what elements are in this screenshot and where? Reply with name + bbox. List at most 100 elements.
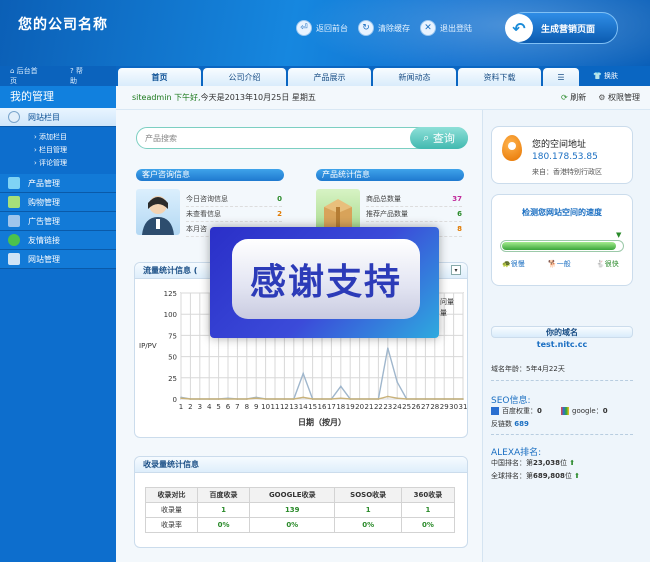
help-link[interactable]: ? 帮助 [70, 66, 102, 86]
sidebar-item-ads[interactable]: 广告管理 [0, 212, 116, 231]
search-button[interactable]: ⌕ 查询 [410, 127, 468, 149]
backend-home-link[interactable]: ⌂ 后台首页 [10, 66, 56, 86]
index-table: 收录对比 百度收录 GOOGLE收录 SOSO收录 360收录 收录量 1 13… [144, 487, 456, 533]
x-tick-label: 3 [198, 403, 202, 411]
alexa-global: 全球排名：第689,808位 ⬆ [491, 472, 580, 480]
series-point [387, 395, 389, 398]
ad-icon [8, 215, 20, 227]
x-tick-label: 2 [188, 403, 192, 411]
home-icon: ⏎ [296, 20, 312, 36]
domain-title: 你的域名 [491, 326, 633, 338]
tab-company[interactable]: 公司介绍 [203, 68, 286, 86]
th-baidu: 百度收录 [197, 487, 251, 503]
x-tick-label: 31 [459, 403, 468, 411]
sidebar-item-products[interactable]: 产品管理 [0, 174, 116, 193]
clear-cache-link[interactable]: ↻ 清除缓存 [358, 20, 410, 36]
tab-downloads[interactable]: 资料下载 [458, 68, 541, 86]
series-point [321, 398, 323, 400]
y-axis-label: IP/PV [139, 342, 157, 350]
th-compare: 收录对比 [144, 487, 199, 503]
sidebar-item-shopping[interactable]: 购物管理 [0, 193, 116, 212]
space-title: 您的空间地址 [532, 140, 587, 150]
x-axis-label: 日期（按月） [298, 417, 346, 427]
back-to-front-link[interactable]: ⏎ 返回前台 [296, 20, 348, 36]
tab-news[interactable]: 新闻动态 [373, 68, 456, 86]
series-point [180, 397, 182, 399]
sidebar-top-links: ⌂ 后台首页 ? 帮助 [0, 66, 116, 86]
y-tick-label: 0 [173, 396, 177, 404]
space-address-box: 您的空间地址 180.178.53.85 来自：香港特别行政区 [491, 126, 633, 184]
series-point [462, 398, 464, 400]
table-row: 收录率 0% 0% 0% 0% [144, 517, 456, 533]
x-tick-label: 18 [336, 403, 345, 411]
tab-menu[interactable]: ☰ [543, 68, 579, 86]
baidu-icon [491, 407, 499, 415]
product-row-recommended: 推荐产品数量 6 [366, 207, 462, 222]
series-point [443, 398, 446, 400]
series-point [424, 398, 427, 400]
seo-backlinks: 反链数 689 [491, 420, 529, 428]
x-tick-label: 11 [271, 403, 280, 411]
seo-title: SEO信息: [491, 396, 531, 406]
x-tick-label: 13 [289, 403, 298, 411]
submenu-comment-manage[interactable]: › 评论管理 [34, 157, 116, 170]
permission-button[interactable]: ⚙ 权限管理 [598, 92, 640, 103]
location-pin-icon [502, 135, 522, 161]
speed-title: 检测您网站空间的速度 [522, 208, 602, 217]
top-tabs: 首页 公司介绍 产品展示 新闻动态 资料下载 ☰ 👕 换肤 [116, 66, 650, 86]
table-row: 收录量 1 139 1 1 [144, 502, 456, 518]
customer-service-avatar [136, 189, 180, 235]
search-icon: ⌕ [423, 131, 430, 144]
logout-icon: ✕ [420, 20, 436, 36]
product-stats-title: 产品统计信息 [316, 169, 464, 181]
skin-button[interactable]: 👕 换肤 [593, 66, 618, 86]
sidebar-item-site-manage[interactable]: 网站管理 [0, 250, 116, 269]
x-tick-label: 22 [374, 403, 383, 411]
x-tick-label: 10 [261, 403, 270, 411]
space-ip: 180.178.53.85 [532, 152, 598, 162]
x-tick-label: 14 [299, 403, 308, 411]
tab-home[interactable]: 首页 [118, 68, 201, 86]
index-panel: 收录量统计信息 收录对比 百度收录 GOOGLE收录 SOSO收录 360收录 … [134, 456, 468, 548]
thanks-text: 感谢支持 [232, 239, 420, 319]
x-tick-label: 21 [365, 403, 374, 411]
series-point [283, 398, 286, 400]
x-tick-label: 20 [355, 403, 364, 411]
x-tick-label: 5 [216, 403, 220, 411]
series-point [340, 385, 342, 388]
tab-products[interactable]: 产品展示 [288, 68, 371, 86]
speed-marker-icon: ▼ [616, 231, 622, 239]
refresh-button[interactable]: ⟳ 刷新 [561, 92, 586, 103]
series-point [349, 398, 351, 400]
x-tick-label: 7 [235, 403, 239, 411]
series-point [274, 398, 276, 400]
speed-bar [500, 240, 624, 252]
search-input[interactable]: 产品搜索 [145, 133, 177, 144]
speed-mid: 🐕一般 [548, 260, 571, 268]
sidebar-item-friend-links[interactable]: 友情链接 [0, 231, 116, 250]
series-point [396, 381, 399, 383]
username: siteadmin [132, 93, 172, 102]
submenu-add-column[interactable]: › 添加栏目 [34, 131, 116, 144]
generate-marketing-page-button[interactable]: ↶ 生成营销页面 [505, 12, 618, 44]
series-point [377, 398, 380, 400]
x-tick-label: 16 [318, 403, 327, 411]
chevron-down-icon: ▾ [454, 267, 458, 274]
logout-link[interactable]: ✕ 退出登陆 [420, 20, 472, 36]
up-arrow-icon: ⬆ [574, 472, 580, 480]
consult-row-unread: 未查看信息 2 [186, 207, 282, 222]
submenu-column-manage[interactable]: › 栏目管理 [34, 144, 116, 157]
series-point [452, 398, 455, 400]
th-google: GOOGLE收录 [249, 487, 336, 503]
series-point [368, 398, 370, 400]
turtle-icon: 🐢 [502, 260, 511, 268]
series-point [311, 398, 314, 400]
th-360: 360收录 [400, 487, 456, 503]
series-point [246, 398, 248, 400]
x-tick-label: 28 [430, 403, 439, 411]
sidebar-item-site-columns[interactable]: 网站栏目 [0, 108, 116, 127]
x-tick-label: 29 [440, 403, 449, 411]
consult-title: 客户咨询信息 [136, 169, 284, 181]
traffic-dropdown[interactable]: ▾ [451, 265, 461, 275]
alexa-china: 中国排名：第23,038位 ⬆ [491, 459, 576, 467]
